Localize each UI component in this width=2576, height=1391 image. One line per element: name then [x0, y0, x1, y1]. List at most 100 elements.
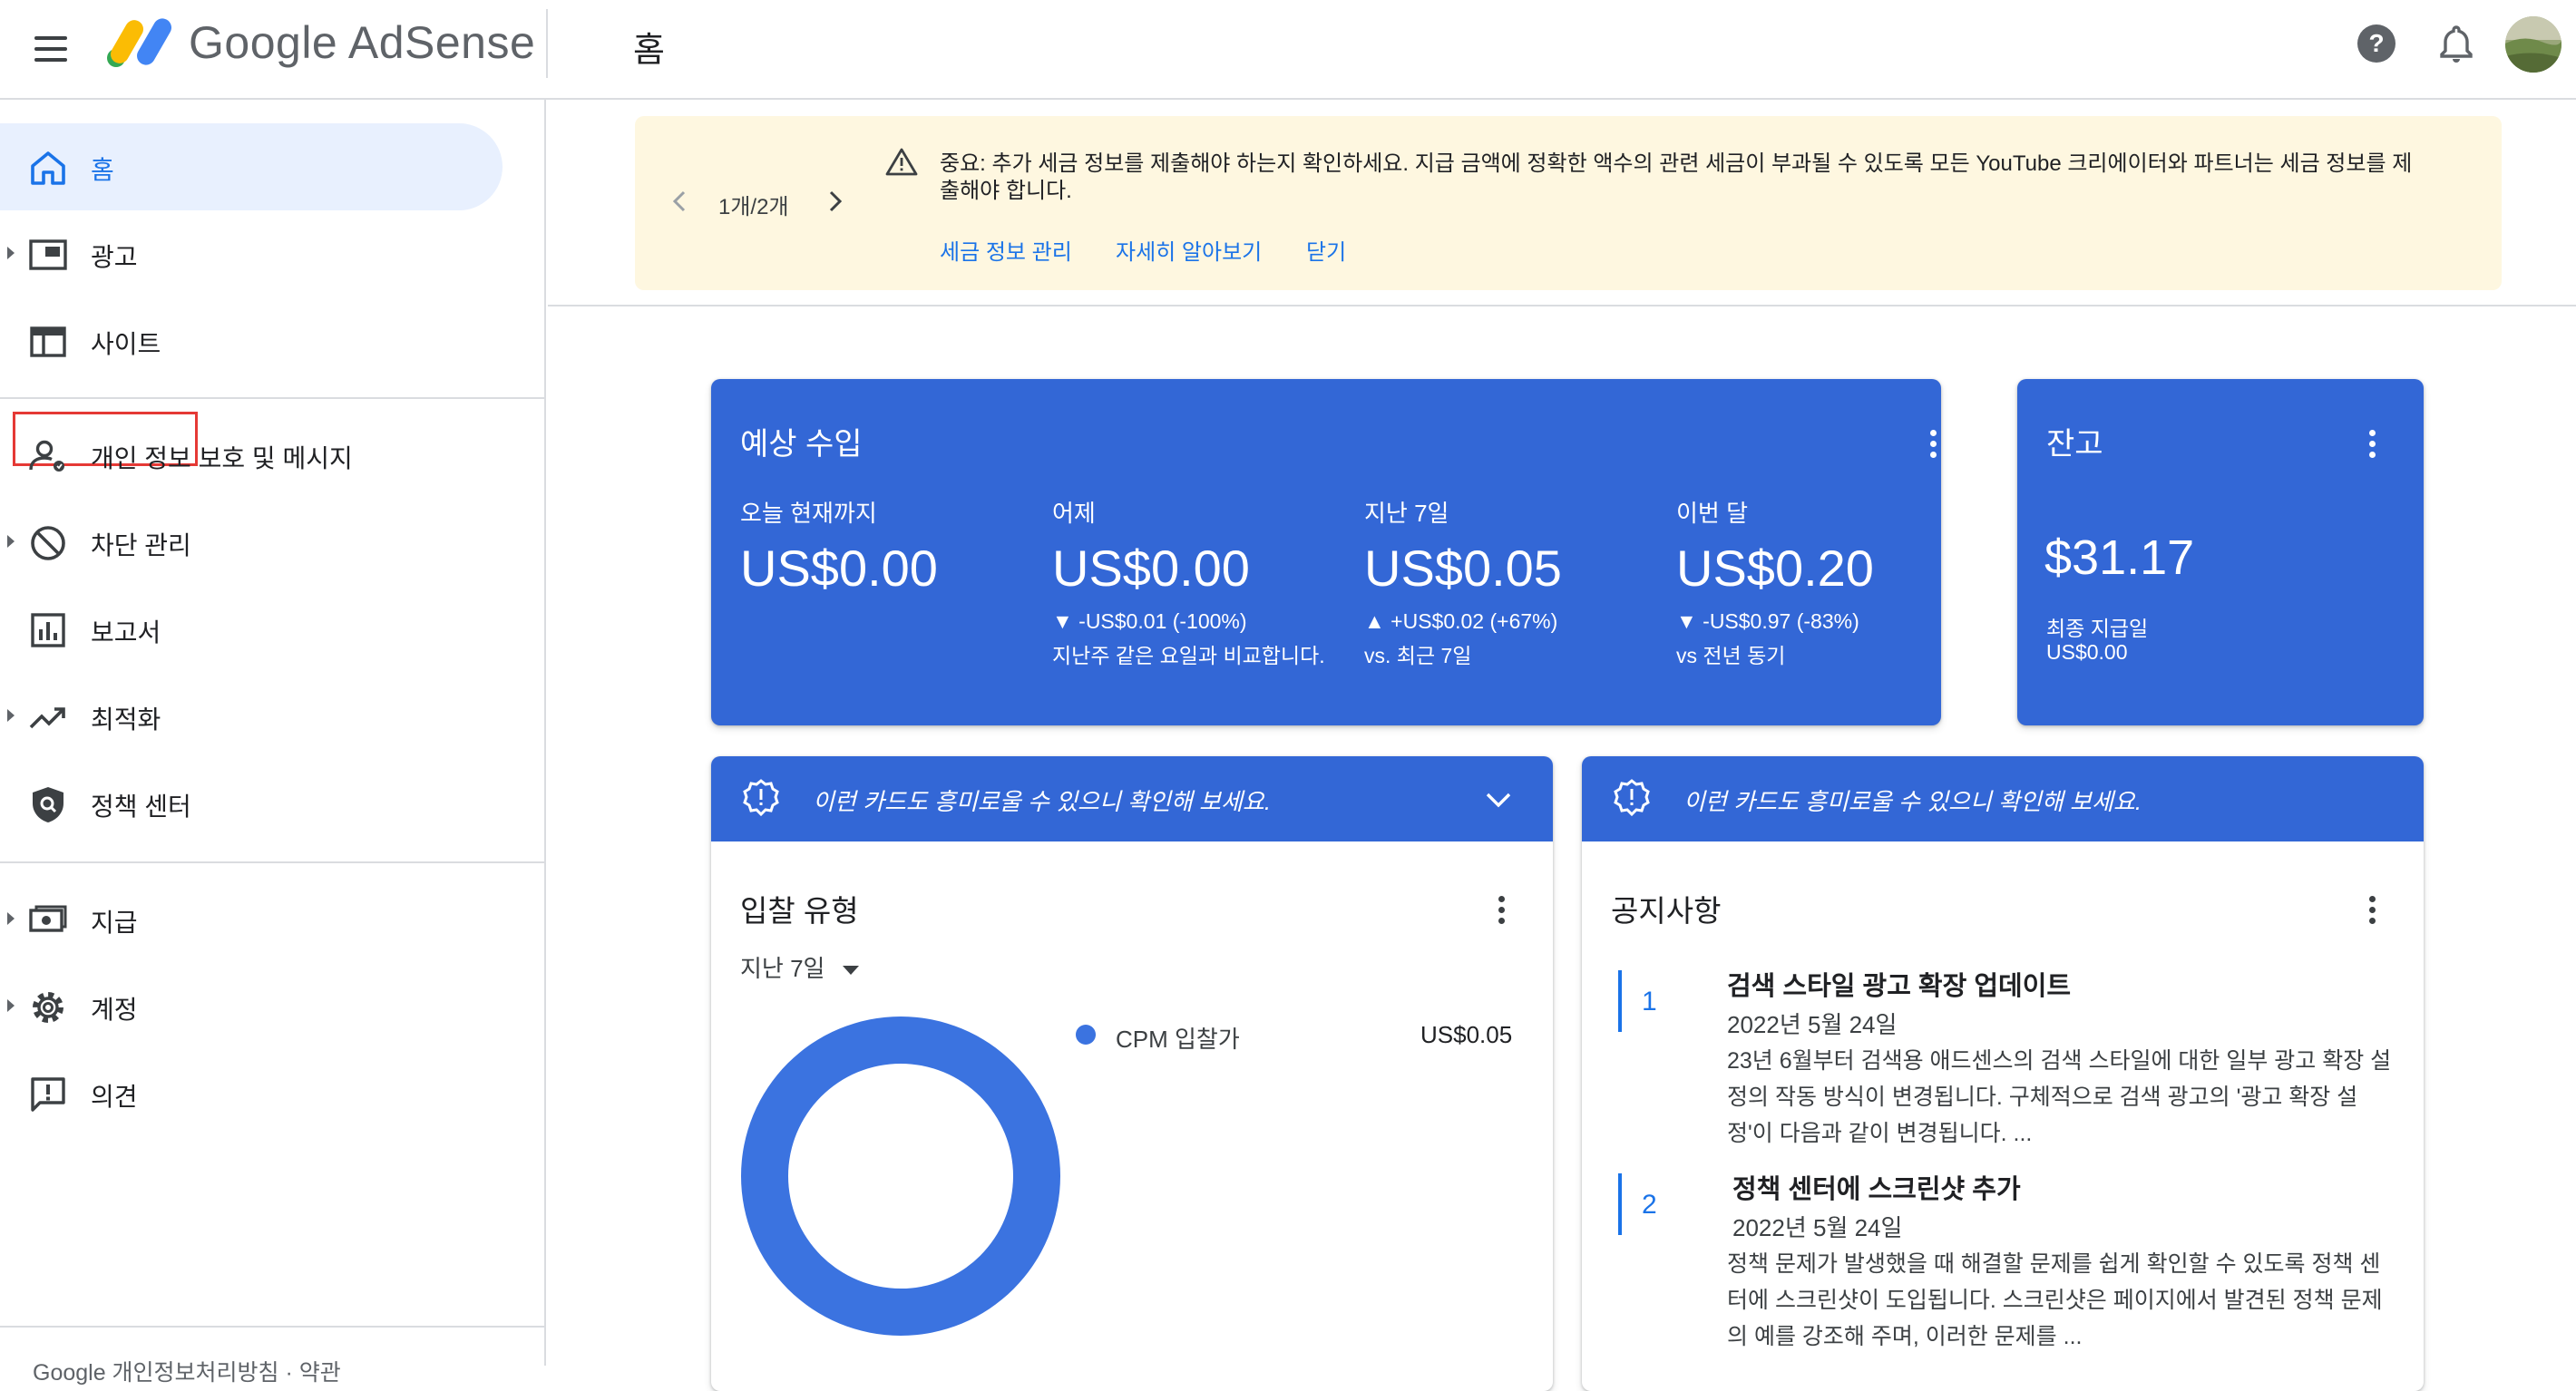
- notice-date: 2022년 5월 24일: [1727, 1011, 1898, 1038]
- sidebar-item-label: 의견: [91, 1083, 138, 1111]
- banner-message-line2: 출해야 합니다.: [940, 179, 1072, 203]
- chevron-left-icon[interactable]: [668, 189, 693, 214]
- privacy-icon: [29, 440, 64, 472]
- avatar-image: [2505, 16, 2561, 73]
- notice-date: 2022년 5월 24일: [1732, 1214, 1903, 1241]
- sidebar-item-block-controls[interactable]: 차단 관리: [0, 499, 508, 586]
- adsense-logo-icon: [107, 18, 171, 67]
- stat-compare: 지난주 같은 요일과 비교합니다.: [1052, 644, 1325, 667]
- notice-title[interactable]: 검색 스타일 광고 확장 업데이트: [1727, 965, 2071, 1003]
- sidebar-item-ads[interactable]: 광고: [0, 210, 508, 297]
- feedback-icon: [31, 1077, 65, 1112]
- expand-arrow-icon[interactable]: [7, 999, 15, 1012]
- learn-more-link[interactable]: 자세히 알아보기: [1116, 234, 1262, 266]
- stat-value: US$0.00: [740, 540, 938, 597]
- payments-icon: [29, 905, 67, 932]
- stat-value: US$0.00: [1052, 540, 1250, 597]
- home-icon: [31, 151, 65, 185]
- expand-arrow-icon[interactable]: [7, 912, 15, 925]
- sidebar-item-sites[interactable]: 사이트: [0, 297, 508, 384]
- notice-number: 1: [1642, 987, 1657, 1016]
- expand-arrow-icon[interactable]: [7, 535, 15, 548]
- block-icon: [31, 526, 65, 560]
- banner-pager: 1개/2개: [718, 195, 789, 219]
- bell-icon[interactable]: [2435, 22, 2478, 65]
- sites-icon: [30, 326, 66, 357]
- sidebar-item-label: 최적화: [91, 705, 161, 734]
- banner-message-line1: 중요: 추가 세금 정보를 제출해야 하는지 확인하세요. 지급 금액에 정확한…: [940, 151, 2413, 176]
- dismiss-link[interactable]: 닫기: [1306, 234, 1346, 266]
- sidebar-divider: [0, 861, 546, 863]
- notice-body: 23년 6월부터 검색용 애드센스의 검색 스타일에 대한 일부 광고 확장 설…: [1727, 1048, 2392, 1146]
- sidebar-item-label: 광고: [91, 243, 138, 271]
- balance-card: 잔고 $31.17 최종 지급일 US$0.00: [2017, 379, 2424, 725]
- stat-label: 지난 7일: [1364, 500, 1449, 527]
- tip-text: 이런 카드도 흥미로울 수 있으니 확인해 보세요.: [1683, 788, 2142, 815]
- sidebar-item-feedback[interactable]: 의견: [0, 1050, 508, 1137]
- bid-type-card: 이런 카드도 흥미로울 수 있으니 확인해 보세요. 입찰 유형 지난 7일 C…: [711, 756, 1553, 1391]
- chevron-down-icon[interactable]: [1484, 785, 1513, 814]
- tip-bar[interactable]: 이런 카드도 흥미로울 수 있으니 확인해 보세요.: [1582, 756, 2424, 841]
- card-title: 예상 수입: [740, 427, 863, 462]
- sidebar-divider: [0, 397, 546, 399]
- sidebar-item-policy-center[interactable]: 정책 센터: [0, 760, 508, 847]
- menu-icon[interactable]: [33, 31, 69, 67]
- sidebar-divider: [0, 1326, 546, 1328]
- more-vert-icon[interactable]: [1930, 430, 1937, 462]
- header-divider: [546, 9, 548, 78]
- notice-item[interactable]: 1 검색 스타일 광고 확장 업데이트 2022년 5월 24일 23년 6월부…: [1618, 965, 2398, 1155]
- legend-value: US$0.05: [1420, 1021, 1513, 1048]
- more-vert-icon[interactable]: [1498, 896, 1506, 929]
- notice-number: 2: [1642, 1190, 1657, 1220]
- sidebar-item-account[interactable]: 계정: [0, 963, 508, 1050]
- stat-label: 오늘 현재까지: [740, 500, 877, 527]
- sidebar-item-label: 계정: [91, 996, 138, 1024]
- tip-text: 이런 카드도 흥미로울 수 있으니 확인해 보세요.: [813, 788, 1272, 815]
- footer-links[interactable]: Google 개인정보처리방침 · 약관: [33, 1355, 341, 1387]
- page-title: 홈: [633, 32, 665, 70]
- stat-compare: vs. 최근 7일: [1364, 644, 1472, 667]
- settings-icon: [33, 992, 63, 1023]
- card-title: 공지사항: [1611, 894, 1722, 928]
- chevron-right-icon[interactable]: [822, 189, 847, 214]
- stat-compare: vs 전년 동기: [1676, 644, 1786, 667]
- donut-slice[interactable]: [741, 1016, 1060, 1336]
- manage-tax-info-link[interactable]: 세금 정보 관리: [940, 234, 1072, 266]
- tip-bar[interactable]: 이런 카드도 흥미로울 수 있으니 확인해 보세요.: [711, 756, 1553, 841]
- expand-arrow-icon[interactable]: [7, 247, 15, 259]
- notices-card: 이런 카드도 흥미로울 수 있으니 확인해 보세요. 공지사항 1 검색 스타일…: [1582, 756, 2424, 1391]
- notice-accent-bar: [1618, 1173, 1622, 1235]
- sidebar-item-payments[interactable]: 지급: [0, 876, 508, 963]
- bid-type-donut-chart: [741, 1016, 1060, 1336]
- sidebar-item-privacy[interactable]: 개인 정보 보호 및 메시지: [0, 412, 508, 499]
- sidebar: 홈 광고 사이트 개인 정보 보호 및 메시지 차단 관리 보고서 최적화 정책…: [0, 100, 546, 1386]
- dropdown-arrow-icon: [842, 966, 859, 976]
- notice-body: 정책 문제가 발생했을 때 해결할 문제를 쉽게 확인할 수 있도록 정책 센터…: [1727, 1251, 2383, 1349]
- top-app-bar: Google AdSense 홈 ?: [0, 0, 2576, 100]
- stat-label: 어제: [1052, 500, 1096, 527]
- date-range-select[interactable]: 지난 7일: [740, 950, 861, 984]
- sidebar-item-home[interactable]: 홈: [0, 123, 503, 210]
- legend-label: CPM 입찰가: [1116, 1026, 1240, 1053]
- brand-name[interactable]: Google AdSense: [189, 16, 535, 69]
- sidebar-item-label: 차단 관리: [91, 531, 191, 559]
- sidebar-item-label: 사이트: [91, 330, 161, 358]
- more-vert-icon[interactable]: [2369, 896, 2376, 929]
- legend-swatch: [1076, 1025, 1096, 1045]
- more-vert-icon[interactable]: [2369, 430, 2376, 462]
- notice-title[interactable]: 정책 센터에 스크린샷 추가: [1732, 1168, 2021, 1206]
- sidebar-item-optimization[interactable]: 최적화: [0, 673, 508, 760]
- avatar[interactable]: [2505, 16, 2561, 73]
- sidebar-item-label: 보고서: [91, 618, 161, 647]
- stat-label: 이번 달: [1676, 500, 1748, 527]
- estimated-earnings-card: 예상 수입 오늘 현재까지 US$0.00 어제 US$0.00 ▼ -US$0…: [711, 379, 1941, 725]
- last-payment-label: 최종 지급일: [2046, 617, 2149, 640]
- tax-info-banner: 1개/2개 중요: 추가 세금 정보를 제출해야 하는지 확인하세요. 지급 금…: [635, 116, 2502, 290]
- reports-icon: [31, 613, 65, 647]
- notice-item[interactable]: 2 정책 센터에 스크린샷 추가 2022년 5월 24일 정책 문제가 발생했…: [1618, 1168, 2398, 1367]
- help-icon[interactable]: ?: [2355, 22, 2398, 65]
- sidebar-item-reports[interactable]: 보고서: [0, 586, 508, 673]
- warning-icon: [885, 148, 918, 176]
- last-payment-value: US$0.00: [2046, 640, 2128, 664]
- expand-arrow-icon[interactable]: [7, 709, 15, 722]
